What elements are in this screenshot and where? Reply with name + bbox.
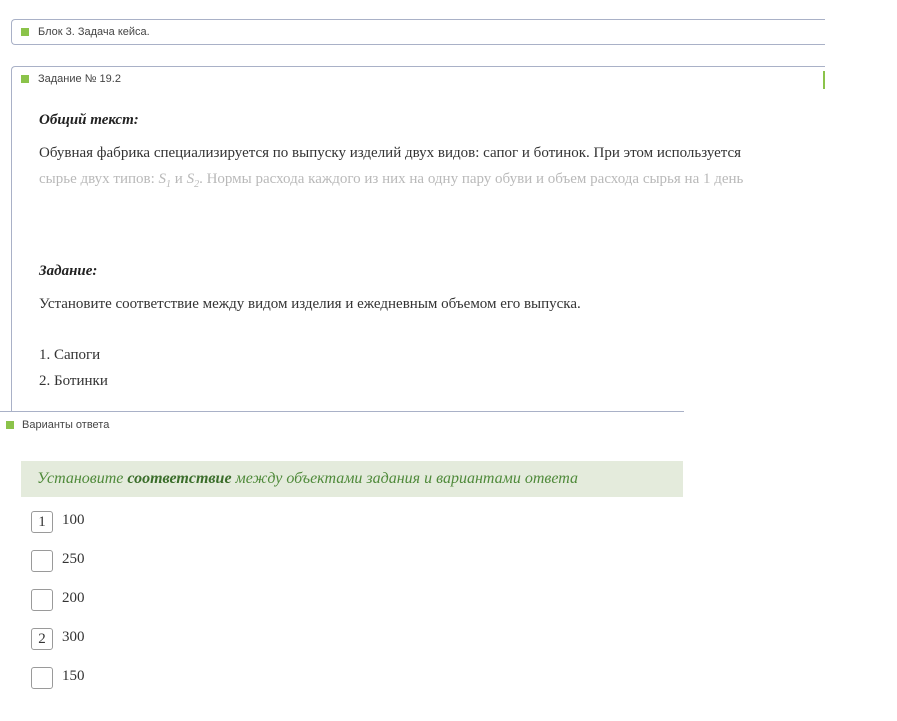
formula-s1: S1 [158,171,172,190]
green-square-icon [6,421,14,429]
general-text-fragment: . Нормы расхода каждого из них на одну п… [199,171,744,187]
task-text: Установите соответствие между видом изде… [39,296,581,312]
instruction-fragment: между объектами задания и вариантами отв… [235,470,578,487]
option-value: 250 [62,551,85,567]
task-panel: Задание № 19.2 Общий текст: Обувная фабр… [11,66,825,412]
general-text-fragment: сырье двух типов: [39,171,155,187]
general-text-line-2: сырье двух типов: S1 и S2. Нормы расхода… [39,171,743,190]
general-text-line-1: Обувная фабрика специализируется по выпу… [39,145,742,161]
match-box[interactable] [31,550,53,572]
match-box[interactable] [31,667,53,689]
general-text-fragment: и [174,171,183,187]
task-item: 1. Сапоги [39,347,101,363]
match-box[interactable]: 2 [31,628,53,650]
option-value: 150 [62,668,85,684]
task-header: Задание № 19.2 [38,73,121,85]
option-value: 100 [62,512,85,528]
block-header: Блок 3. Задача кейса. [11,19,825,45]
answers-header: Варианты ответа [22,419,110,431]
general-text-heading: Общий текст: [39,112,139,128]
instruction-fragment: Установите [37,470,124,487]
option-value: 200 [62,590,85,606]
green-square-icon [21,75,29,83]
divider [0,411,684,412]
panel-marker [823,71,825,89]
answer-instruction: Установите соответствие между объектами … [21,461,683,497]
match-box[interactable] [31,589,53,611]
green-square-icon [21,28,29,36]
task-item: 2. Ботинки [39,373,108,389]
option-value: 300 [62,629,85,645]
formula-s2: S2 [186,171,200,190]
instruction-emphasis: соответствие [127,470,232,487]
task-heading: Задание: [39,263,98,279]
block-title: Блок 3. Задача кейса. [38,26,150,38]
match-box[interactable]: 1 [31,511,53,533]
